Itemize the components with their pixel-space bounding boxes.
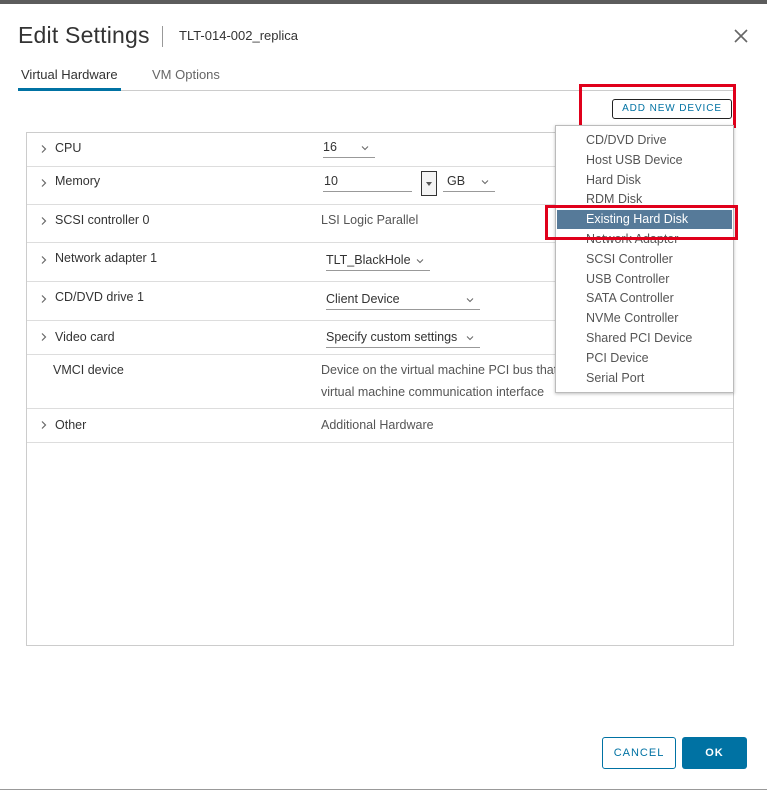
menu-item-shared-pci-device[interactable]: Shared PCI Device [557, 329, 732, 348]
title-separator [162, 26, 163, 47]
menu-item-host-usb-device[interactable]: Host USB Device [557, 151, 732, 170]
video-value: Specify custom settings [326, 330, 458, 344]
menu-item-pci-device[interactable]: PCI Device [557, 349, 732, 368]
cddvd-select[interactable]: Client Device [326, 292, 480, 310]
chevron-right-icon[interactable] [39, 420, 49, 430]
chevron-down-icon [416, 259, 424, 264]
network-label: Network adapter 1 [55, 251, 158, 265]
cpu-label: CPU [55, 141, 82, 155]
tab-virtual-hardware[interactable]: Virtual Hardware [18, 67, 121, 91]
tab-vm-options[interactable]: VM Options [152, 67, 220, 89]
cancel-button[interactable]: CANCEL [602, 737, 676, 769]
menu-item-cddvd-drive[interactable]: CD/DVD Drive [557, 131, 732, 150]
memory-unit: GB [447, 174, 466, 188]
ok-button[interactable]: OK [682, 737, 747, 769]
hardware-row-other: Other Additional Hardware [27, 408, 733, 443]
annotation-highlight-existing-hard-disk [545, 205, 738, 240]
menu-item-nvme-controller[interactable]: NVMe Controller [557, 309, 732, 328]
network-value: TLT_BlackHole [326, 253, 411, 267]
chevron-down-icon [466, 336, 474, 341]
cpu-select[interactable]: 16 [323, 140, 375, 158]
chevron-right-icon[interactable] [39, 178, 49, 188]
vmci-description-line2: virtual machine communication interface [321, 385, 545, 399]
memory-unit-select[interactable]: GB [443, 174, 495, 192]
cpu-value: 16 [323, 140, 337, 154]
annotation-highlight-add-device [579, 84, 736, 128]
memory-spinner[interactable] [421, 171, 437, 196]
memory-input[interactable]: 10 [323, 174, 412, 192]
cddvd-value: Client Device [326, 292, 400, 306]
chevron-down-icon [481, 180, 489, 185]
window-top-border [0, 0, 767, 4]
other-value: Additional Hardware [321, 418, 434, 432]
close-icon[interactable] [730, 25, 752, 47]
dialog-title: Edit Settings [18, 22, 150, 48]
scsi-label: SCSI controller 0 [55, 213, 150, 227]
video-select[interactable]: Specify custom settings [326, 330, 480, 348]
chevron-down-icon [466, 298, 474, 303]
add-device-menu: CD/DVD Drive Host USB Device Hard Disk R… [555, 125, 734, 393]
chevron-right-icon[interactable] [39, 255, 49, 265]
memory-label: Memory [55, 174, 101, 188]
other-label: Other [55, 418, 87, 432]
chevron-right-icon[interactable] [39, 332, 49, 342]
chevron-right-icon[interactable] [39, 144, 49, 154]
chevron-down-icon [361, 146, 369, 151]
vm-name: TLT-014-002_replica [179, 28, 298, 43]
vmci-description-line1: Device on the virtual machine PCI bus th… [321, 363, 558, 377]
menu-item-usb-controller[interactable]: USB Controller [557, 270, 732, 289]
menu-item-serial-port[interactable]: Serial Port [557, 369, 732, 388]
video-label: Video card [55, 330, 115, 344]
window-bottom-border [0, 789, 767, 790]
menu-item-sata-controller[interactable]: SATA Controller [557, 289, 732, 308]
network-select[interactable]: TLT_BlackHole [326, 253, 430, 271]
chevron-right-icon[interactable] [39, 294, 49, 304]
menu-item-hard-disk[interactable]: Hard Disk [557, 171, 732, 190]
vmci-label: VMCI device [53, 363, 124, 377]
cddvd-label: CD/DVD drive 1 [55, 290, 144, 304]
menu-item-scsi-controller[interactable]: SCSI Controller [557, 250, 732, 269]
chevron-right-icon[interactable] [39, 216, 49, 226]
scsi-value: LSI Logic Parallel [321, 213, 419, 227]
